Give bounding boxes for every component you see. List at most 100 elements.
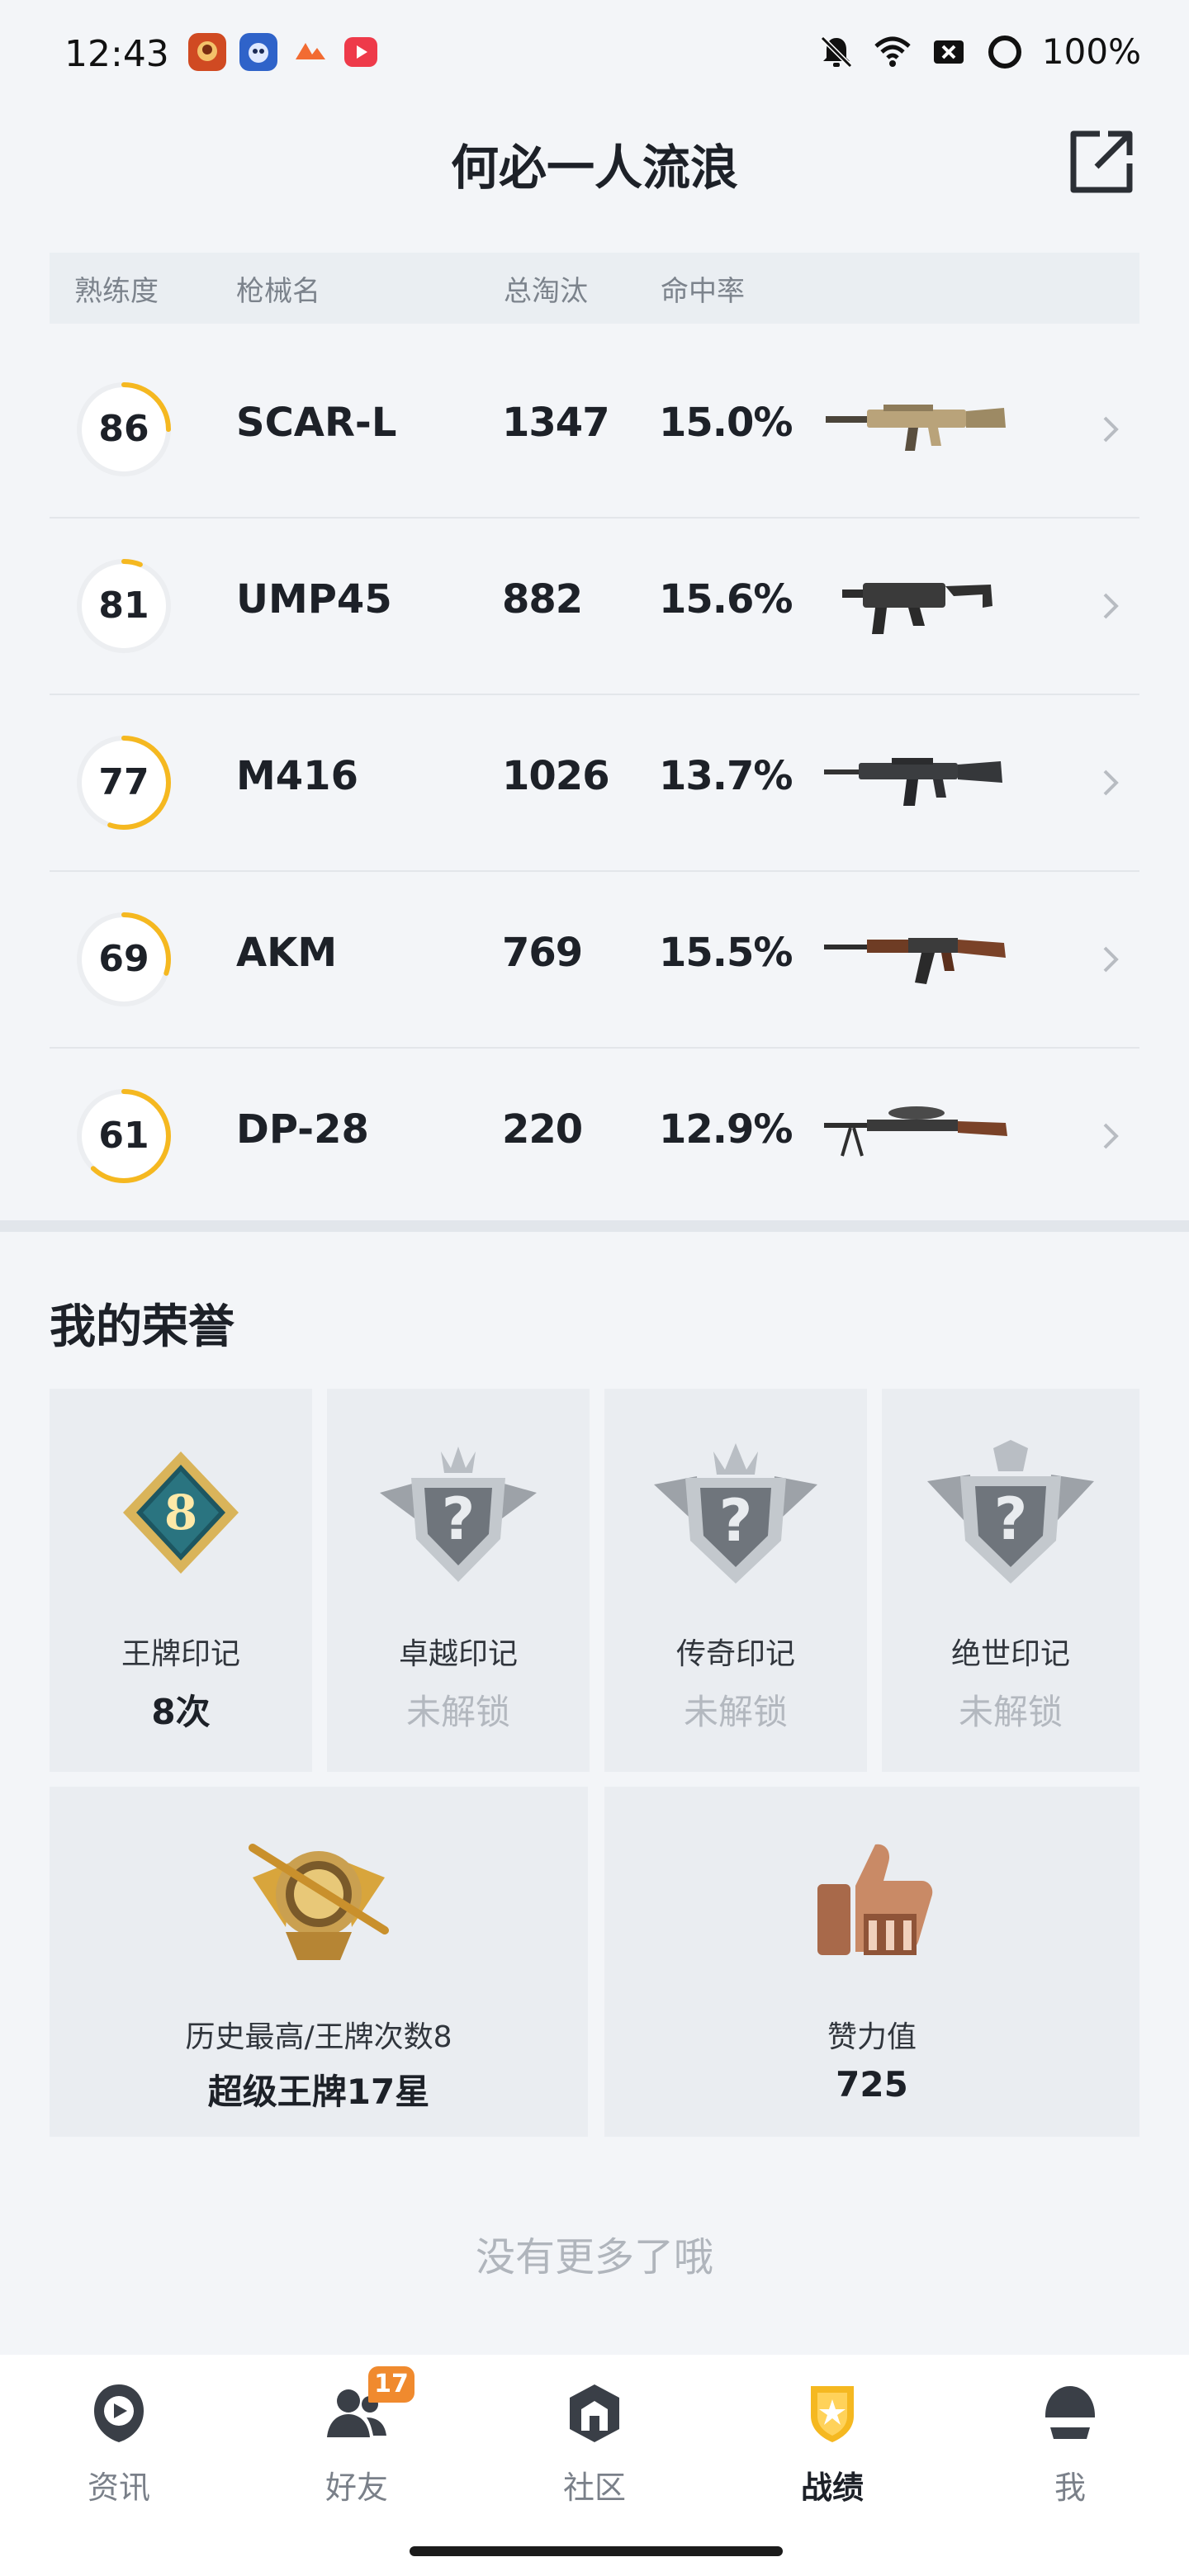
bottom-nav: 资讯 17 好友 社区 战绩 我 [0, 2355, 1189, 2576]
nav-label: 战绩 [800, 2469, 864, 2506]
gun-accuracy: 15.5% [659, 930, 793, 976]
best-rank-label: 历史最高/王牌次数8 [185, 2020, 452, 2054]
mark-value: 8次 [151, 1692, 211, 1732]
weapon-row[interactable]: 86 SCAR-L 1347 15.0% [50, 342, 1139, 519]
ace-mark-card[interactable]: 8 王牌印记 8次 [50, 1389, 312, 1772]
ump-smg-icon [842, 583, 992, 634]
mute-icon [820, 36, 853, 68]
mastery-value: 69 [98, 938, 149, 980]
svg-text:?: ? [719, 1487, 753, 1555]
weapon-table-header: 熟练度 枪械名 总淘汰 命中率 [50, 253, 1139, 324]
gun-kills: 1347 [502, 400, 610, 446]
header-accuracy: 命中率 [661, 274, 745, 308]
locked-mark-badge-icon: ? [654, 1443, 817, 1584]
weapon-row[interactable]: 69 AKM 769 15.5% [50, 872, 1139, 1049]
weapon-row[interactable]: 81 UMP45 882 15.6% [50, 519, 1139, 695]
gun-kills: 220 [502, 1106, 583, 1153]
mark-value: 未解锁 [683, 1692, 788, 1732]
header-mastery: 熟练度 [74, 274, 159, 308]
chevron-right-icon [1103, 946, 1119, 973]
akm-rifle-icon [824, 938, 1006, 984]
community-icon [570, 2384, 619, 2442]
nav-item-records[interactable]: 战绩 [713, 2355, 951, 2520]
mastery-value: 86 [98, 408, 149, 450]
news-play-icon [94, 2384, 144, 2442]
gun-kills: 769 [502, 930, 583, 976]
header-kills: 总淘汰 [504, 274, 588, 308]
likes-label: 赞力值 [827, 2020, 917, 2054]
mark-label: 卓越印记 [398, 1637, 518, 1671]
weapon-row[interactable]: 61 DP-28 220 12.9% [50, 1049, 1139, 1224]
wifi-icon [874, 36, 911, 67]
game-app-icon [188, 33, 226, 71]
svg-text:?: ? [994, 1485, 1028, 1553]
chevron-right-icon [1103, 1123, 1119, 1149]
mark-label: 绝世印记 [950, 1637, 1070, 1671]
locked-mark-badge-icon: ? [927, 1440, 1094, 1584]
page-title: 何必一人流浪 [450, 140, 738, 196]
chevron-right-icon [1103, 416, 1119, 443]
gun-name: M416 [236, 753, 358, 799]
gun-accuracy: 15.6% [659, 576, 793, 623]
nav-item-community[interactable]: 社区 [476, 2355, 713, 2520]
gun-name: SCAR-L [236, 400, 397, 446]
home-indicator [410, 2546, 783, 2556]
helmet-icon [1045, 2386, 1095, 2439]
dp28-lmg-icon [824, 1106, 1007, 1157]
status-time: 12:43 [64, 33, 169, 75]
end-of-list-text: 没有更多了哦 [475, 2234, 713, 2280]
status-bar: 12:43 100% [0, 0, 1189, 107]
friends-count-badge: 17 [368, 2366, 414, 2403]
nav-item-me[interactable]: 我 [951, 2355, 1189, 2520]
app-icon [296, 43, 325, 59]
gun-accuracy: 13.7% [659, 753, 793, 799]
weapon-row[interactable]: 77 M416 1026 13.7% [50, 695, 1139, 872]
nav-label: 资讯 [87, 2469, 150, 2506]
battery-icon [988, 35, 1021, 69]
legend-mark-card[interactable]: ? 传奇印记 未解锁 [604, 1389, 867, 1772]
nav-label: 好友 [324, 2469, 388, 2506]
sim-off-icon [933, 40, 964, 64]
nav-label: 我 [1054, 2469, 1086, 2506]
mastery-value: 61 [98, 1115, 149, 1157]
mark-label: 传奇印记 [675, 1637, 795, 1671]
peerless-mark-card[interactable]: ? 绝世印记 未解锁 [882, 1389, 1139, 1772]
locked-mark-badge-icon: ? [380, 1447, 537, 1582]
svg-text:?: ? [442, 1485, 476, 1553]
mark-value: 未解锁 [405, 1692, 510, 1732]
notification-apps [188, 33, 380, 71]
nav-item-friends[interactable]: 17 好友 [238, 2355, 476, 2520]
status-indicators: 100% [817, 31, 1141, 72]
gun-accuracy: 12.9% [659, 1106, 793, 1153]
chevron-right-icon [1103, 593, 1119, 619]
ace-mark-badge-icon: 8 [123, 1451, 239, 1574]
battery-percent: 100% [1041, 31, 1141, 72]
video-app-icon [344, 37, 377, 67]
gun-name: AKM [236, 930, 338, 976]
game-app-icon [239, 33, 277, 71]
best-rank-value: 超级王牌17星 [207, 2072, 430, 2112]
likes-value: 725 [836, 2064, 908, 2105]
thumbs-up-icon [817, 1844, 933, 1955]
m416-rifle-icon [824, 758, 1002, 806]
likes-card[interactable]: 赞力值 725 [604, 1787, 1139, 2137]
gun-kills: 882 [502, 576, 583, 623]
mark-value: 未解锁 [958, 1692, 1063, 1732]
mark-label: 王牌印记 [121, 1637, 240, 1671]
gun-name: DP-28 [236, 1106, 369, 1153]
scar-rifle-icon [826, 405, 1006, 451]
section-divider [0, 1220, 1189, 1232]
honors-title: 我的荣誉 [50, 1300, 234, 1354]
mastery-value: 81 [98, 585, 149, 627]
share-icon[interactable] [1067, 127, 1136, 197]
chevron-right-icon [1103, 769, 1119, 796]
rank-badge-icon [249, 1844, 389, 1960]
records-shield-icon [811, 2386, 854, 2442]
best-rank-card[interactable]: 历史最高/王牌次数8 超级王牌17星 [50, 1787, 588, 2137]
gun-accuracy: 15.0% [659, 400, 793, 446]
nav-label: 社区 [562, 2469, 626, 2506]
badge-number: 8 [164, 1485, 197, 1541]
excellence-mark-card[interactable]: ? 卓越印记 未解锁 [327, 1389, 590, 1772]
nav-item-news[interactable]: 资讯 [0, 2355, 238, 2520]
gun-name: UMP45 [236, 576, 392, 623]
